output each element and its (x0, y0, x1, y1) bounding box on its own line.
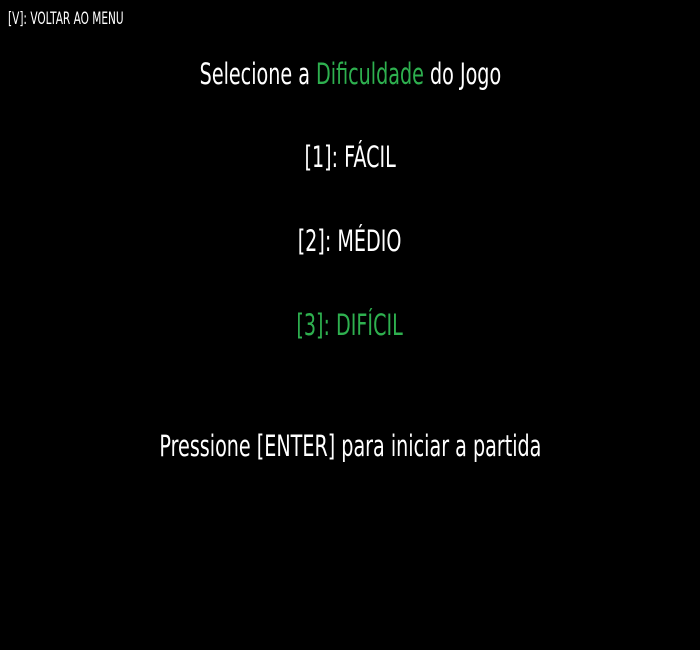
difficulty-option-label: [1]: FÁCIL (304, 140, 396, 174)
start-game-prompt: Pressione [ENTER] para iniciar a partida (0, 427, 700, 465)
difficulty-option-easy[interactable]: [1]: FÁCIL (0, 138, 700, 176)
game-screen: { "back_hint": "[V]: VOLTAR AO MENU", "t… (0, 0, 700, 650)
title-prefix: Selecione a (199, 57, 310, 91)
title-suffix: do Jogo (429, 57, 501, 91)
difficulty-option-hard[interactable]: [3]: DIFÍCIL (0, 306, 700, 344)
difficulty-option-label: [2]: MÉDIO (298, 224, 402, 258)
difficulty-option-medium[interactable]: [2]: MÉDIO (0, 222, 700, 260)
back-to-menu-hint[interactable]: [V]: VOLTAR AO MENU (8, 7, 124, 31)
difficulty-option-label: [3]: DIFÍCIL (296, 308, 404, 342)
title-highlight: Dificuldade (315, 57, 424, 91)
start-prompt-text: Pressione [ENTER] para iniciar a partida (158, 429, 542, 463)
page-title: Selecione a Dificuldade do Jogo (0, 55, 700, 93)
